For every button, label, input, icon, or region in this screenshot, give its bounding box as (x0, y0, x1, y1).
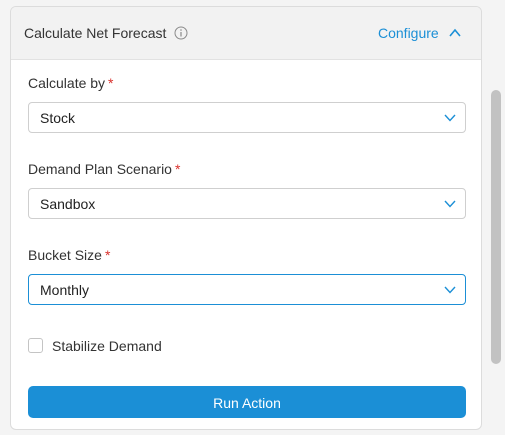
chevron-down-icon (444, 114, 456, 122)
required-marker: * (174, 161, 181, 177)
calculate-by-value: Stock (40, 110, 76, 126)
bucket-size-select[interactable]: Monthly (28, 274, 466, 305)
configure-link[interactable]: Configure (378, 25, 439, 41)
bucket-size-label: Bucket Size * (28, 247, 111, 263)
run-action-button[interactable]: Run Action (28, 386, 466, 418)
panel-title: Calculate Net Forecast (24, 25, 167, 41)
stabilize-demand-checkbox[interactable] (28, 338, 43, 353)
required-marker: * (108, 75, 114, 91)
info-icon[interactable] (174, 26, 188, 40)
stabilize-demand-label[interactable]: Stabilize Demand (52, 338, 162, 354)
calculate-by-label: Calculate by * (28, 75, 114, 91)
calculate-by-select[interactable]: Stock (28, 102, 466, 133)
demand-plan-scenario-select[interactable]: Sandbox (28, 188, 466, 219)
calculate-net-forecast-panel: Calculate Net Forecast Configure Calcula… (10, 6, 482, 430)
bucket-size-value: Monthly (40, 282, 90, 298)
chevron-up-icon[interactable] (449, 27, 461, 39)
chevron-down-icon (444, 200, 456, 208)
panel-header: Calculate Net Forecast Configure (11, 7, 481, 60)
demand-plan-scenario-value: Sandbox (40, 196, 96, 212)
chevron-down-icon (444, 286, 456, 294)
scrollbar-thumb[interactable] (491, 90, 501, 364)
required-marker: * (104, 247, 111, 263)
demand-plan-scenario-label: Demand Plan Scenario * (28, 161, 181, 177)
